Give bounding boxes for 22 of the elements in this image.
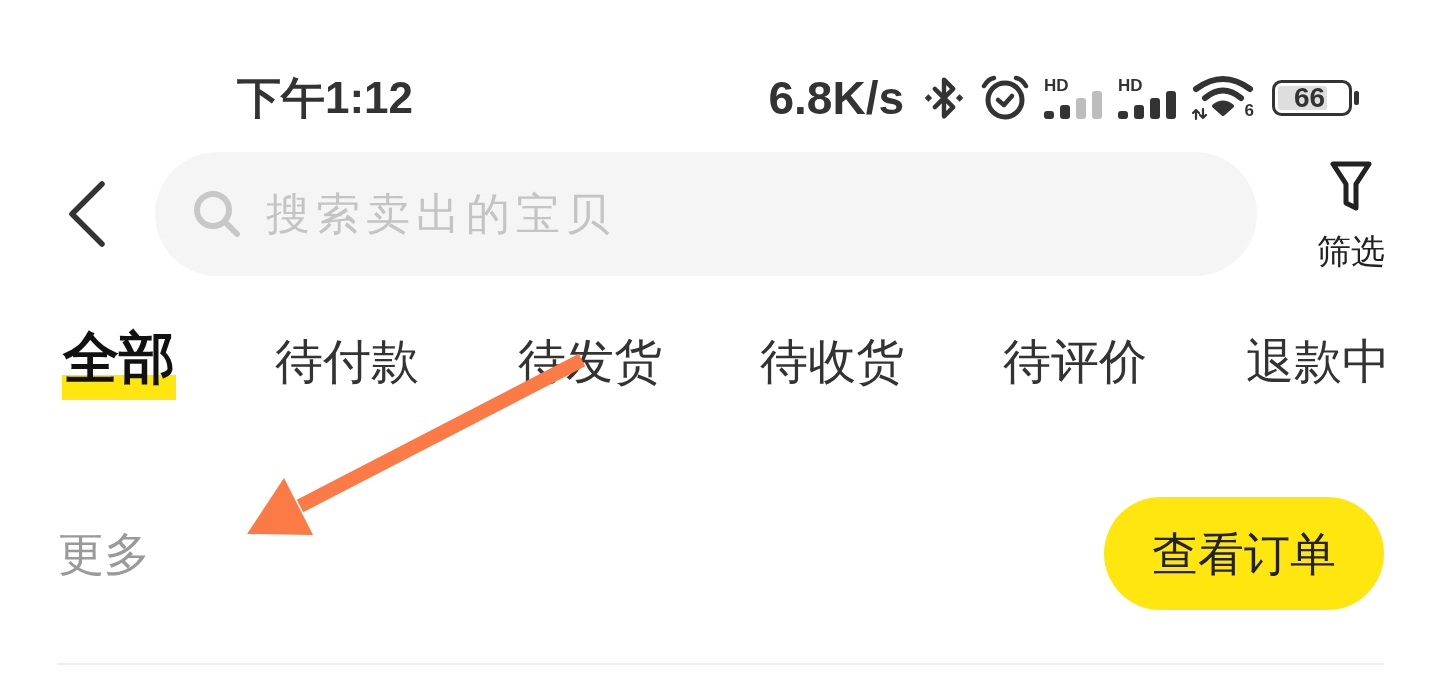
- filter-funnel-icon: [1329, 160, 1373, 212]
- back-chevron-icon: [67, 181, 107, 247]
- order-status-tab[interactable]: 待收货: [760, 338, 905, 400]
- hd-label: HD: [1044, 77, 1069, 94]
- battery-percentage: 66: [1294, 84, 1326, 112]
- order-status-tab[interactable]: 待付款: [274, 338, 419, 400]
- search-icon: [192, 189, 242, 239]
- wifi-standard-label: 6: [1244, 102, 1254, 119]
- network-speed: 6.8K/s: [768, 75, 904, 121]
- signal-strength-icon: [1044, 91, 1104, 119]
- hd-label: HD: [1118, 77, 1143, 94]
- alarm-clock-icon: [980, 75, 1030, 121]
- order-status-tab[interactable]: 全部: [62, 330, 176, 400]
- wifi-icon: [1192, 75, 1254, 121]
- bluetooth-icon: [922, 76, 966, 120]
- status-time: 下午1:12: [237, 76, 414, 120]
- filter-button[interactable]: 筛选: [1313, 160, 1389, 268]
- order-status-tab[interactable]: 退款中: [1246, 338, 1390, 400]
- battery-icon: [1272, 80, 1360, 116]
- view-order-button[interactable]: 查看订单: [1104, 497, 1384, 610]
- order-status-tab[interactable]: 待评价: [1003, 338, 1148, 400]
- signal-strength-icon: [1118, 91, 1178, 119]
